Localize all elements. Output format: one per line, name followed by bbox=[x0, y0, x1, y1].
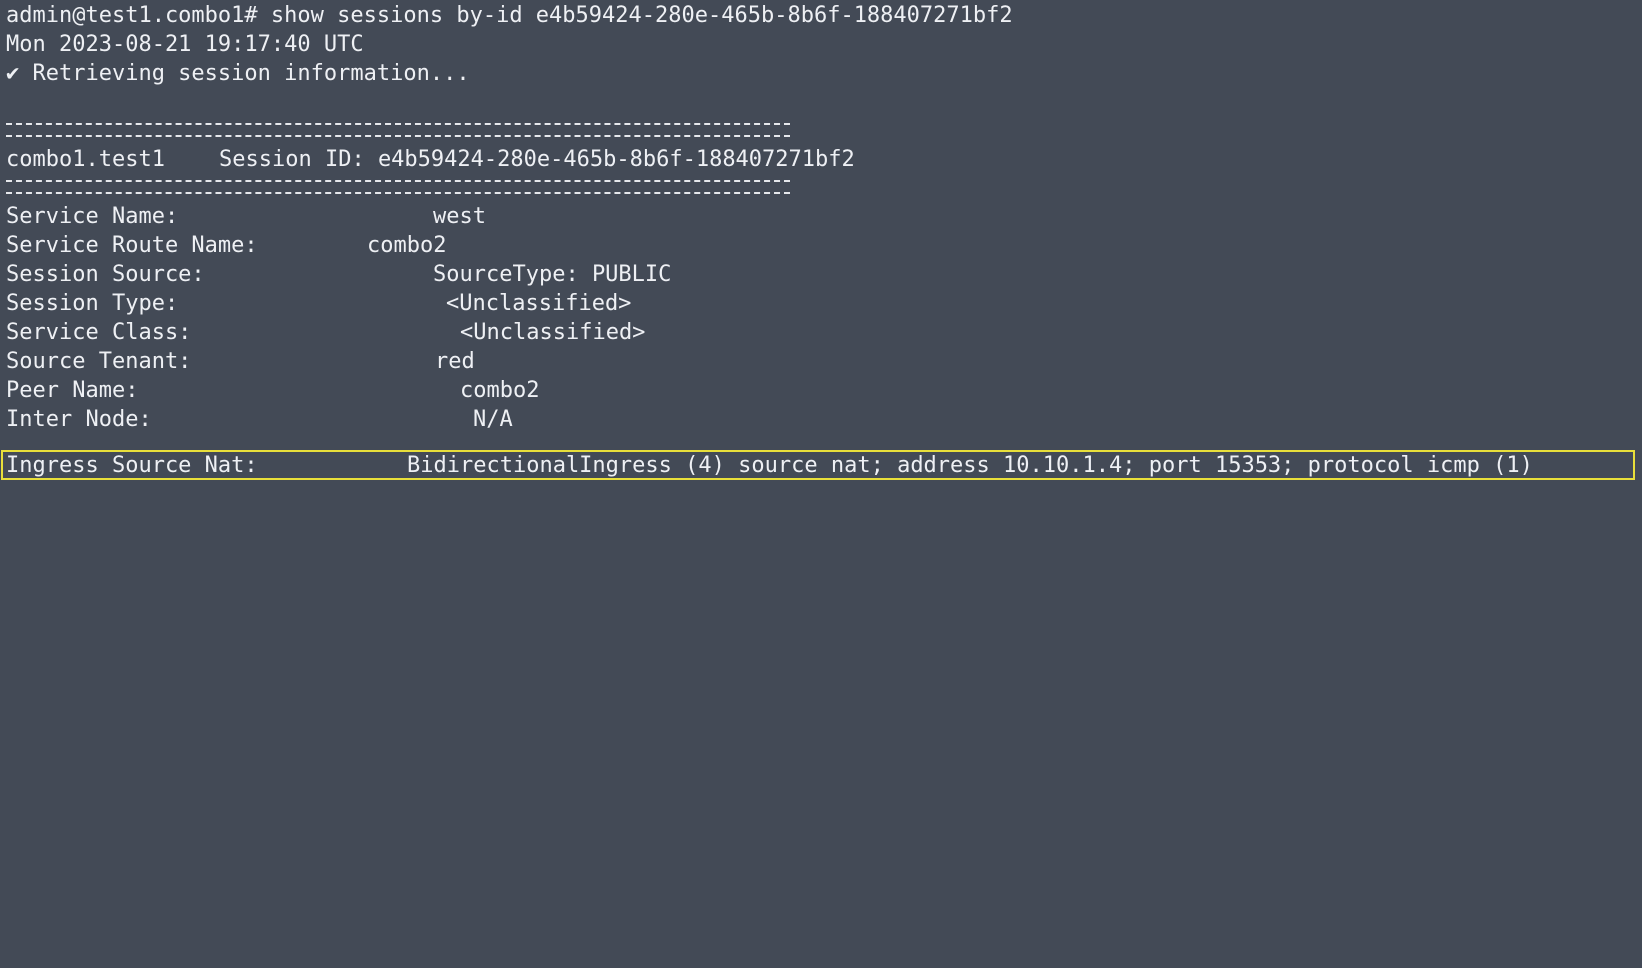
session-header: combo1.test1 Session ID: e4b59424-280e-46… bbox=[6, 145, 855, 174]
command-text: show sessions by-id e4b59424-280e-465b-8… bbox=[270, 3, 1013, 28]
status-line: ✔ Retrieving session information... bbox=[6, 61, 470, 86]
field-label-service-name: Service Name: bbox=[6, 204, 179, 229]
command-line: admin@test1.combo1# show sessions by-id … bbox=[6, 1, 1013, 30]
prompt: admin@test1.combo1# bbox=[6, 3, 271, 28]
field-value-service-name: west bbox=[433, 204, 486, 229]
field-value-ingress-source-nat: BidirectionalIngress (4) source nat; add… bbox=[407, 453, 1533, 478]
field-value-source-tenant: red bbox=[435, 349, 475, 374]
field-value-inter-node: N/A bbox=[473, 407, 513, 432]
node-name: combo1.test1 bbox=[6, 147, 165, 172]
field-label-service-route-name: Service Route Name: bbox=[6, 233, 258, 258]
field-label-session-type: Session Type: bbox=[6, 291, 179, 316]
field-label-session-source: Session Source: bbox=[6, 262, 205, 287]
field-value-session-type: <Unclassified> bbox=[446, 291, 632, 316]
field-value-service-class: <Unclassified> bbox=[460, 320, 646, 345]
field-value-peer-name: combo2 bbox=[460, 378, 540, 403]
timestamp: Mon 2023-08-21 19:17:40 UTC bbox=[6, 32, 364, 57]
separator-top bbox=[6, 123, 790, 137]
field-label-ingress-source-nat: Ingress Source Nat: bbox=[6, 453, 258, 478]
field-value-session-source: SourceType: PUBLIC bbox=[433, 262, 672, 287]
field-label-source-tenant: Source Tenant: bbox=[6, 349, 192, 374]
field-label-service-class: Service Class: bbox=[6, 320, 192, 345]
terminal-window[interactable]: admin@test1.combo1# show sessions by-id … bbox=[0, 0, 1642, 484]
session-id: Session ID: e4b59424-280e-465b-8b6f-1884… bbox=[219, 147, 855, 172]
separator-bottom bbox=[6, 180, 790, 194]
field-label-peer-name: Peer Name: bbox=[6, 378, 139, 403]
field-value-service-route-name: combo2 bbox=[367, 233, 447, 258]
field-label-inter-node: Inter Node: bbox=[6, 407, 152, 432]
